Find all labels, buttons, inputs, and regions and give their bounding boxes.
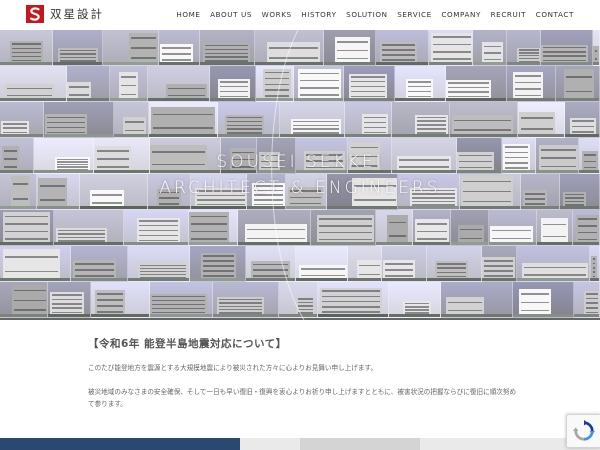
nav-history[interactable]: HISTORY <box>301 10 336 19</box>
logo-s-icon <box>26 5 44 23</box>
nav-home[interactable]: HOME <box>176 10 200 19</box>
nav-about-us[interactable]: ABOUT US <box>210 10 252 19</box>
hero-arc-decoration <box>271 30 305 320</box>
nav-solution[interactable]: SOLUTION <box>346 10 387 19</box>
nav-service[interactable]: SERVICE <box>397 10 432 19</box>
site-logo[interactable]: 双星設計 <box>26 5 104 23</box>
site-header: 双星設計 HOME ABOUT US WORKS HISTORY SOLUTIO… <box>0 0 600 30</box>
logo-mark-icon <box>26 5 44 23</box>
hero-collage: SOUSEI SEKKEI ARCHITECT & ENGINEERS <box>0 30 600 320</box>
footer-band-accent <box>300 438 420 450</box>
recaptcha-icon <box>572 420 595 441</box>
nav-works[interactable]: WORKS <box>262 10 292 19</box>
notice-paragraph-1: このたび能登地方を震源とする大規模地震により被災された方々に心よりお見舞い申し上… <box>88 364 378 372</box>
nav-recruit[interactable]: RECRUIT <box>491 10 527 19</box>
recaptcha-badge[interactable] <box>566 414 600 448</box>
main-nav: HOME ABOUT US WORKS HISTORY SOLUTION SER… <box>176 10 574 19</box>
brand-name: 双星設計 <box>50 7 104 21</box>
footer-band-light <box>240 438 600 450</box>
footer-band-navy <box>0 438 240 450</box>
notice-paragraph-2: 被災地域のみなさまの安全確保、そして一日も早い復旧・復興を衷心よりお祈り申し上げ… <box>88 388 517 408</box>
nav-company[interactable]: COMPANY <box>441 10 481 19</box>
footer-band <box>0 438 600 450</box>
nav-contact[interactable]: CONTACT <box>536 10 574 19</box>
notice-section: 【令和6年 能登半島地震対応について】 このたび能登地方を震源とする大規模地震に… <box>0 320 600 438</box>
hero-title-line2: ARCHITECT & ENGINEERS <box>159 178 441 198</box>
hero-title-line1: SOUSEI SEKKEI <box>216 152 384 172</box>
notice-title: 【令和6年 能登半島地震対応について】 <box>88 338 287 350</box>
